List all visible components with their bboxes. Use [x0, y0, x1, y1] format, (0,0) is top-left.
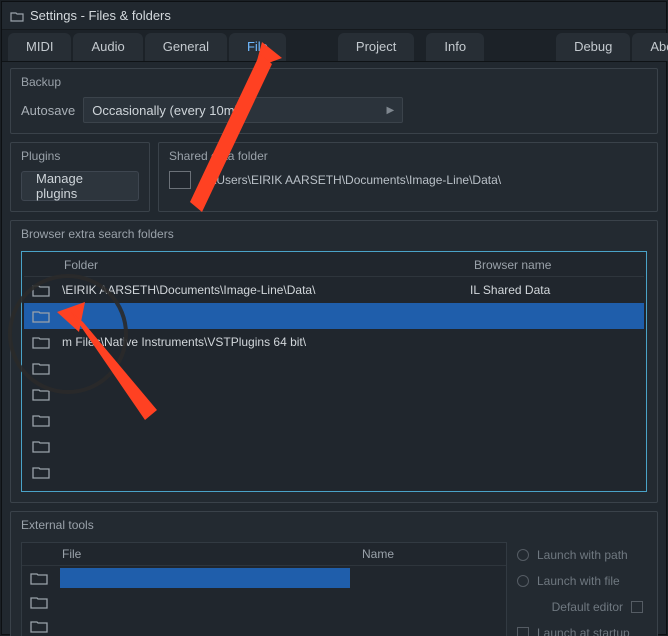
folder-row[interactable]: m Files\Native Instruments\VSTPlugins 64… [24, 329, 644, 355]
plugins-panel-title: Plugins [11, 143, 149, 167]
browser-folders-panel: Browser extra search folders Folder Brow… [10, 220, 658, 503]
tab-bar: MIDI Audio General File Project Info Deb… [2, 30, 666, 62]
opt-launch-with-file[interactable]: Launch with file [517, 574, 647, 588]
folder-row[interactable]: \EIRIK AARSETH\Documents\Image-Line\Data… [24, 277, 644, 303]
browser-folders-title: Browser extra search folders [11, 221, 657, 245]
tool-row[interactable] [22, 566, 506, 590]
opt-launch-with-path[interactable]: Launch with path [517, 548, 647, 562]
shared-data-panel-title: Shared data folder [159, 143, 657, 167]
autosave-value: Occasionally (every 10min) [92, 103, 249, 118]
shared-data-path: C:\Users\EIRIK AARSETH\Documents\Image-L… [201, 173, 501, 187]
folder-icon[interactable] [30, 309, 52, 323]
tab-general[interactable]: General [145, 33, 227, 61]
tab-audio[interactable]: Audio [73, 33, 142, 61]
folder-icon[interactable] [28, 571, 50, 585]
tool-file [60, 568, 350, 588]
titlebar: Settings - Files & folders [2, 2, 666, 30]
folder-row[interactable] [24, 381, 644, 407]
folder-icon[interactable] [30, 465, 52, 479]
autosave-label: Autosave [21, 103, 75, 118]
settings-body: Backup Autosave Occasionally (every 10mi… [2, 62, 666, 636]
window-title: Settings - Files & folders [30, 8, 171, 23]
tab-file[interactable]: File [229, 33, 286, 61]
tab-midi[interactable]: MIDI [8, 33, 71, 61]
header-file: File [62, 547, 362, 561]
folder-row[interactable] [24, 433, 644, 459]
folder-icon[interactable] [30, 361, 52, 375]
folder-icon[interactable] [30, 413, 52, 427]
external-tools-header: File Name [22, 543, 506, 566]
external-tools-options: Launch with path Launch with file Defaul… [517, 542, 647, 636]
folder-row[interactable] [24, 459, 644, 485]
folder-row[interactable] [24, 407, 644, 433]
folder-path: m Files\Native Instruments\VSTPlugins 64… [62, 335, 470, 349]
autosave-dropdown[interactable]: Occasionally (every 10min) ▶ [83, 97, 403, 123]
folder-row[interactable] [24, 303, 644, 329]
settings-window: Settings - Files & folders MIDI Audio Ge… [1, 1, 667, 635]
browser-folders-list[interactable]: Folder Browser name \EIRIK AARSETH\Docum… [21, 251, 647, 492]
tool-row[interactable] [22, 614, 506, 636]
plugins-panel: Plugins Manage plugins [10, 142, 150, 212]
folder-browser-name: IL Shared Data [470, 283, 550, 297]
folder-icon[interactable] [28, 619, 50, 633]
manage-plugins-button[interactable]: Manage plugins [21, 171, 139, 201]
folder-path [62, 304, 470, 329]
backup-panel-title: Backup [11, 69, 657, 93]
tab-debug[interactable]: Debug [556, 33, 630, 61]
opt-default-editor[interactable]: Default editor [517, 600, 647, 614]
opt-launch-at-startup[interactable]: Launch at startup [517, 626, 647, 636]
chevron-right-icon: ▶ [387, 105, 395, 116]
tab-project[interactable]: Project [338, 33, 414, 61]
header-name: Name [362, 547, 394, 561]
external-tools-title: External tools [11, 512, 657, 536]
folder-icon [10, 10, 24, 22]
folder-icon[interactable] [28, 595, 50, 609]
radio-icon [517, 575, 529, 587]
shared-data-browse-button[interactable] [169, 171, 191, 189]
browser-folders-header: Folder Browser name [24, 254, 644, 277]
folder-icon[interactable] [30, 387, 52, 401]
checkbox-icon [517, 627, 529, 636]
folder-row[interactable] [24, 355, 644, 381]
tool-row[interactable] [22, 590, 506, 614]
radio-icon [517, 549, 529, 561]
external-tools-panel: External tools File Name [10, 511, 658, 636]
folder-icon[interactable] [30, 283, 52, 297]
checkbox-icon [631, 601, 643, 613]
tab-info[interactable]: Info [426, 33, 484, 61]
shared-data-panel: Shared data folder C:\Users\EIRIK AARSET… [158, 142, 658, 212]
tab-about[interactable]: About [632, 33, 668, 61]
header-browser-name: Browser name [474, 258, 632, 272]
folder-icon[interactable] [30, 335, 52, 349]
header-folder: Folder [64, 258, 474, 272]
backup-panel: Backup Autosave Occasionally (every 10mi… [10, 68, 658, 134]
folder-icon[interactable] [30, 439, 52, 453]
external-tools-list[interactable]: File Name [21, 542, 507, 636]
folder-path: \EIRIK AARSETH\Documents\Image-Line\Data… [62, 283, 470, 297]
